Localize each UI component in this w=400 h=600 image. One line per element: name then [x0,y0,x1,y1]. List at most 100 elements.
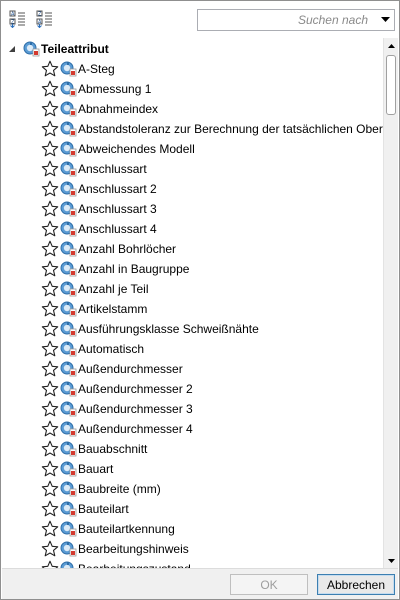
attribute-icon [60,61,77,77]
dialog-button-bar: OK Abbrechen [2,568,398,599]
favorite-star-icon[interactable] [41,500,59,518]
tree-item[interactable]: Automatisch [2,339,383,359]
attribute-icon [60,161,77,177]
tree-item[interactable]: Bearbeitungshinweis [2,539,383,559]
favorite-star-icon[interactable] [41,560,59,568]
tree-item[interactable]: Abstandstoleranz zur Berechnung der tats… [2,119,383,139]
tree-item[interactable]: A-Steg [2,59,383,79]
tree-item[interactable]: Bauteilartkennung [2,519,383,539]
tree-item-list: A-Steg Abmessung 1 Abnahmeindex Abstandstol… [2,59,383,568]
tree-item-label: Anzahl Bohrlöcher [78,242,177,256]
tree-item[interactable]: Anschlussart 3 [2,199,383,219]
favorite-star-icon[interactable] [41,460,59,478]
scroll-down-arrow-icon [388,558,395,563]
favorite-star-icon[interactable] [41,380,59,398]
favorite-star-icon[interactable] [41,420,59,438]
tree-item-label: Bauteilartkennung [78,522,175,536]
scroll-up-button[interactable] [384,38,398,53]
favorite-star-icon[interactable] [41,280,59,298]
tree-item[interactable]: Bauabschnitt [2,439,383,459]
favorite-star-icon[interactable] [41,160,59,178]
tree-item-label: Baubreite (mm) [78,482,161,496]
tree-item[interactable]: Anzahl Bohrlöcher [2,239,383,259]
tree-item[interactable]: Baubreite (mm) [2,479,383,499]
favorite-star-icon[interactable] [41,440,59,458]
tree-item-label: Automatisch [78,342,145,356]
collapse-triangle-icon[interactable] [8,45,16,53]
tree-item[interactable]: Außendurchmesser [2,359,383,379]
sort-descending-button[interactable]: Z A [34,9,54,29]
favorite-star-icon[interactable] [41,340,59,358]
sort-ascending-button[interactable]: A Z [7,9,27,29]
attribute-icon [60,401,77,417]
tree-item[interactable]: Abweichendes Modell [2,139,383,159]
tree-item[interactable]: Außendurchmesser 2 [2,379,383,399]
tree-item-label: Bauabschnitt [78,442,148,456]
favorite-star-icon[interactable] [41,140,59,158]
favorite-star-icon[interactable] [41,520,59,538]
tree-item-label: Bauart [78,462,114,476]
attribute-icon [60,81,77,97]
favorite-star-icon[interactable] [41,260,59,278]
search-box [197,9,395,31]
attribute-icon [60,141,77,157]
scroll-down-button[interactable] [384,553,398,568]
tree-item[interactable]: Anzahl je Teil [2,279,383,299]
attribute-icon [60,361,77,377]
favorite-star-icon[interactable] [41,100,59,118]
attribute-icon [60,541,77,557]
vertical-scrollbar[interactable] [383,38,398,568]
attribute-icon [60,121,77,137]
tree-item[interactable]: Ausführungsklasse Schweißnähte [2,319,383,339]
tree-item[interactable]: Bauteilart [2,499,383,519]
tree-item[interactable]: Bauart [2,459,383,479]
attribute-icon [60,461,77,477]
tree-item[interactable]: Abnahmeindex [2,99,383,119]
attribute-icon [60,421,77,437]
search-input[interactable] [200,11,370,29]
tree-item-label: Abweichendes Modell [78,142,195,156]
favorite-star-icon[interactable] [41,80,59,98]
favorite-star-icon[interactable] [41,360,59,378]
favorite-star-icon[interactable] [41,540,59,558]
favorite-star-icon[interactable] [41,180,59,198]
tree-item[interactable]: Anschlussart 2 [2,179,383,199]
favorite-star-icon[interactable] [41,220,59,238]
favorite-star-icon[interactable] [41,120,59,138]
attribute-icon [60,301,77,317]
favorite-star-icon[interactable] [41,400,59,418]
favorite-star-icon[interactable] [41,480,59,498]
scrollbar-thumb[interactable] [386,55,396,115]
attribute-icon [60,481,77,497]
favorite-star-icon[interactable] [41,200,59,218]
tree-item[interactable]: Außendurchmesser 3 [2,399,383,419]
attribute-icon [60,381,77,397]
tree-item[interactable]: Anschlussart [2,159,383,179]
attribute-picker-dialog: A Z Z A Suchen nach Teileattribut A-Steg… [0,0,400,600]
tree-item[interactable]: Anzahl in Baugruppe [2,259,383,279]
tree-item[interactable]: Anschlussart 4 [2,219,383,239]
attribute-icon [60,261,77,277]
tree-item-label: Außendurchmesser 4 [78,422,193,436]
tree-item[interactable]: Bearbeitungszustand [2,559,383,568]
favorite-star-icon[interactable] [41,320,59,338]
tree-item[interactable]: Artikelstamm [2,299,383,319]
attribute-tree: Teileattribut A-Steg Abmessung 1 Abnahmein… [2,38,383,568]
attribute-icon [60,281,77,297]
tree-item-label: Anschlussart 3 [78,202,157,216]
favorite-star-icon[interactable] [41,300,59,318]
tree-item[interactable]: Außendurchmesser 4 [2,419,383,439]
toolbar: A Z Z A [2,2,398,37]
scroll-up-arrow-icon [388,43,395,48]
search-dropdown-button[interactable] [376,10,394,30]
attribute-icon [60,221,77,237]
attribute-icon [60,321,77,337]
tree-item-label: A-Steg [78,62,115,76]
ok-button[interactable]: OK [230,574,308,595]
favorite-star-icon[interactable] [41,240,59,258]
tree-root-node[interactable]: Teileattribut [2,39,383,59]
cancel-button[interactable]: Abbrechen [317,574,395,595]
tree-item-label: Anzahl je Teil [78,282,149,296]
favorite-star-icon[interactable] [41,60,59,78]
tree-item[interactable]: Abmessung 1 [2,79,383,99]
